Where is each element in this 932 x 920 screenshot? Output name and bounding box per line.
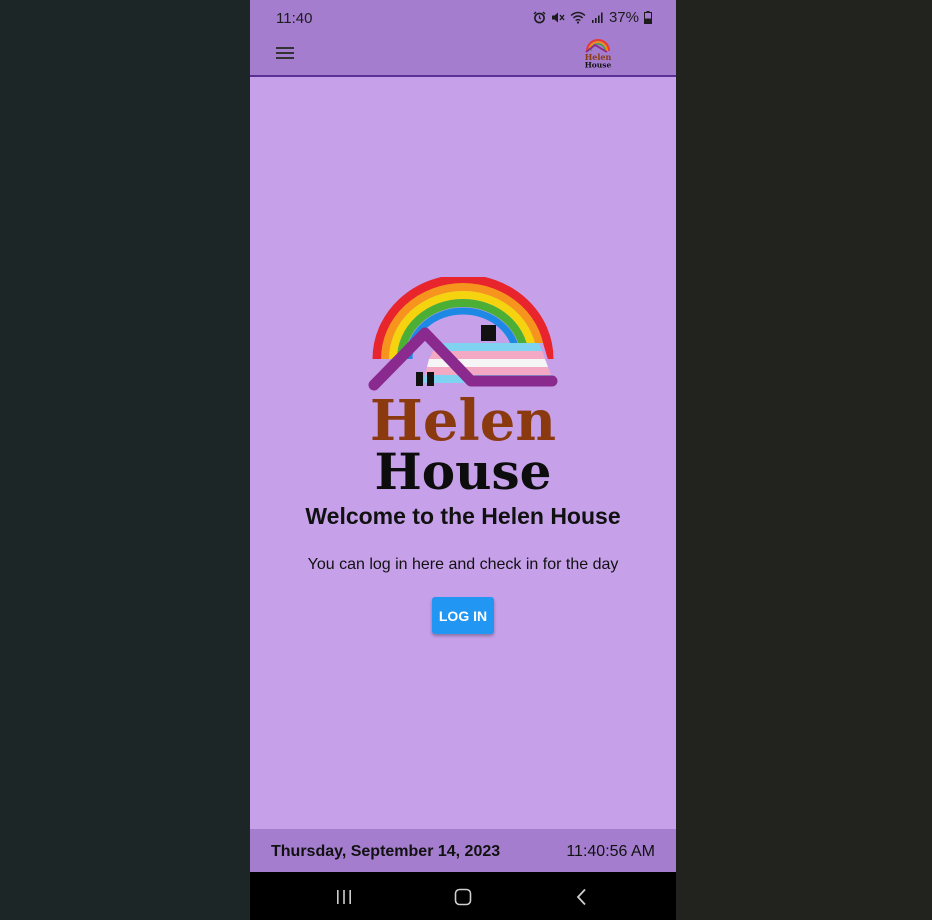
alarm-icon [533,11,546,24]
system-nav-bar [250,872,676,920]
helen-house-logo-small[interactable]: Helen House [583,37,613,69]
app-bar: Helen House [250,36,676,77]
login-button[interactable]: LOG IN [432,597,494,634]
footer-bar: Thursday, September 14, 2023 11:40:56 AM [250,829,676,872]
helen-house-logo: Helen House [368,277,558,493]
logo-small-house: House [585,61,612,70]
signal-icon [591,12,603,23]
battery-icon [644,11,652,24]
recent-apps-icon[interactable] [334,888,354,906]
status-icons: 37% [533,9,652,26]
back-icon[interactable] [572,888,592,906]
main-content: Helen House Welcome to the Helen House Y… [250,77,676,829]
logo-house-text: House [375,442,552,493]
wifi-icon [570,11,586,24]
footer-clock: 11:40:56 AM [566,843,655,860]
home-icon[interactable] [453,888,473,906]
status-bar: 11:40 37% [250,0,676,36]
mute-icon [551,12,565,23]
welcome-title: Welcome to the Helen House [305,503,621,529]
status-time: 11:40 [276,10,313,27]
phone-screen: 11:40 37% Helen House Helen House Welcom… [250,0,676,920]
menu-icon[interactable] [276,44,298,62]
welcome-subtitle: You can log in here and check in for the… [307,556,619,573]
battery-percent: 37% [608,9,639,26]
footer-date: Thursday, September 14, 2023 [271,843,501,860]
